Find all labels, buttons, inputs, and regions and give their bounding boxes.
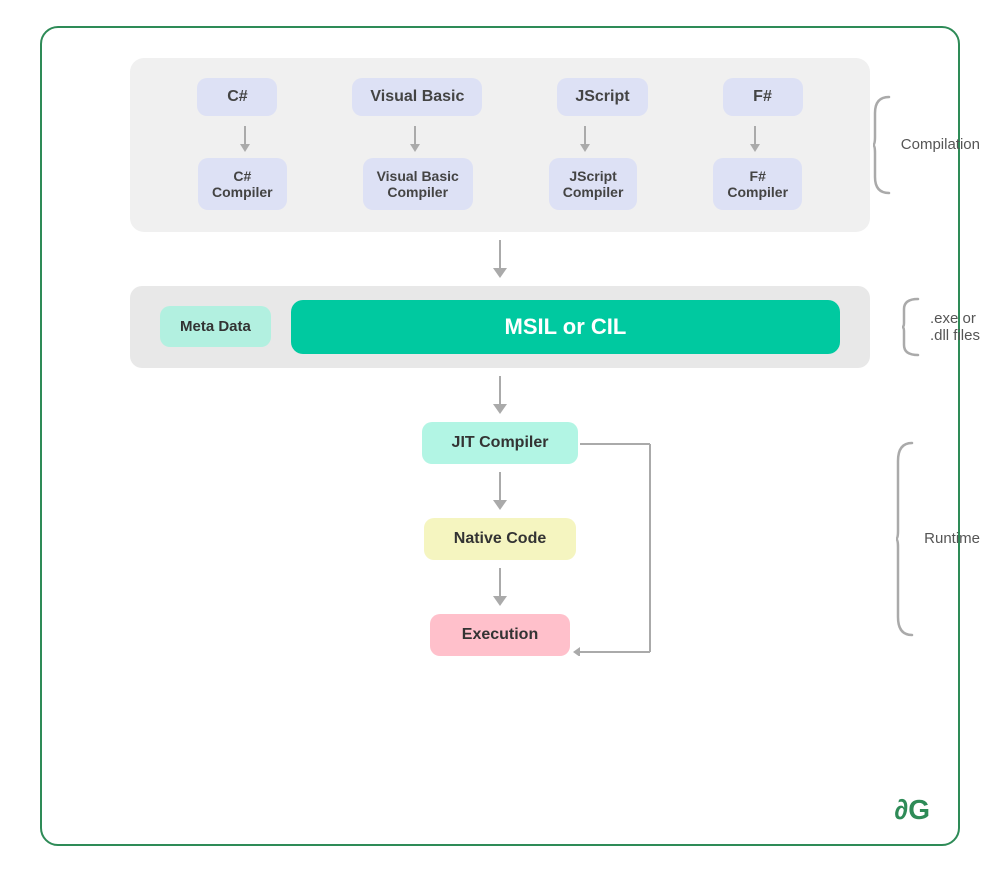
runtime-brace-svg bbox=[894, 439, 916, 639]
compiler-vb: Visual BasicCompiler bbox=[363, 158, 473, 210]
lang-vb: Visual Basic bbox=[352, 78, 482, 116]
native-to-execution-arrow bbox=[493, 568, 507, 606]
msil-section: Meta Data MSIL or CIL bbox=[130, 286, 870, 368]
compilation-section: C# Visual Basic JScript F# C#Compiler Vi… bbox=[130, 58, 870, 232]
feedback-arrow-svg bbox=[570, 422, 660, 656]
runtime-section: JIT Compiler Native Code Execution bbox=[130, 422, 870, 656]
jit-box: JIT Compiler bbox=[422, 422, 579, 464]
arrow-vb bbox=[375, 126, 455, 152]
arrow-jscript bbox=[545, 126, 625, 152]
arrow-fsharp bbox=[715, 126, 795, 152]
compiler-jscript: JScriptCompiler bbox=[549, 158, 638, 210]
arrow-csharp bbox=[205, 126, 285, 152]
exe-dll-brace: .exe or.dll files bbox=[900, 297, 980, 357]
compiler-csharp: C#Compiler bbox=[198, 158, 287, 210]
language-row: C# Visual Basic JScript F# bbox=[160, 78, 840, 116]
msil-box: MSIL or CIL bbox=[291, 300, 840, 354]
lang-jscript: JScript bbox=[557, 78, 647, 116]
msil-to-jit-arrow bbox=[493, 376, 507, 414]
compiler-fsharp: F#Compiler bbox=[713, 158, 802, 210]
lang-csharp: C# bbox=[197, 78, 277, 116]
execution-box: Execution bbox=[430, 614, 570, 656]
runtime-label: Runtime bbox=[924, 530, 980, 547]
compiler-row: C#Compiler Visual BasicCompiler JScriptC… bbox=[160, 158, 840, 210]
exe-dll-brace-svg bbox=[900, 297, 922, 357]
runtime-brace: Runtime bbox=[894, 439, 980, 639]
compilation-to-msil-arrow bbox=[493, 240, 507, 278]
lang-fsharp: F# bbox=[723, 78, 803, 116]
compilation-brace: Compilation bbox=[871, 95, 980, 195]
meta-data-box: Meta Data bbox=[160, 306, 271, 347]
diagram-container: C# Visual Basic JScript F# C#Compiler Vi… bbox=[40, 26, 960, 846]
compilation-label: Compilation bbox=[901, 136, 980, 153]
compilation-brace-svg bbox=[871, 95, 893, 195]
lang-arrows bbox=[160, 126, 840, 152]
exe-dll-label: .exe or.dll files bbox=[930, 310, 980, 344]
jit-to-native-arrow bbox=[493, 472, 507, 510]
native-code-box: Native Code bbox=[424, 518, 576, 560]
gfg-logo: ∂G bbox=[894, 794, 930, 826]
